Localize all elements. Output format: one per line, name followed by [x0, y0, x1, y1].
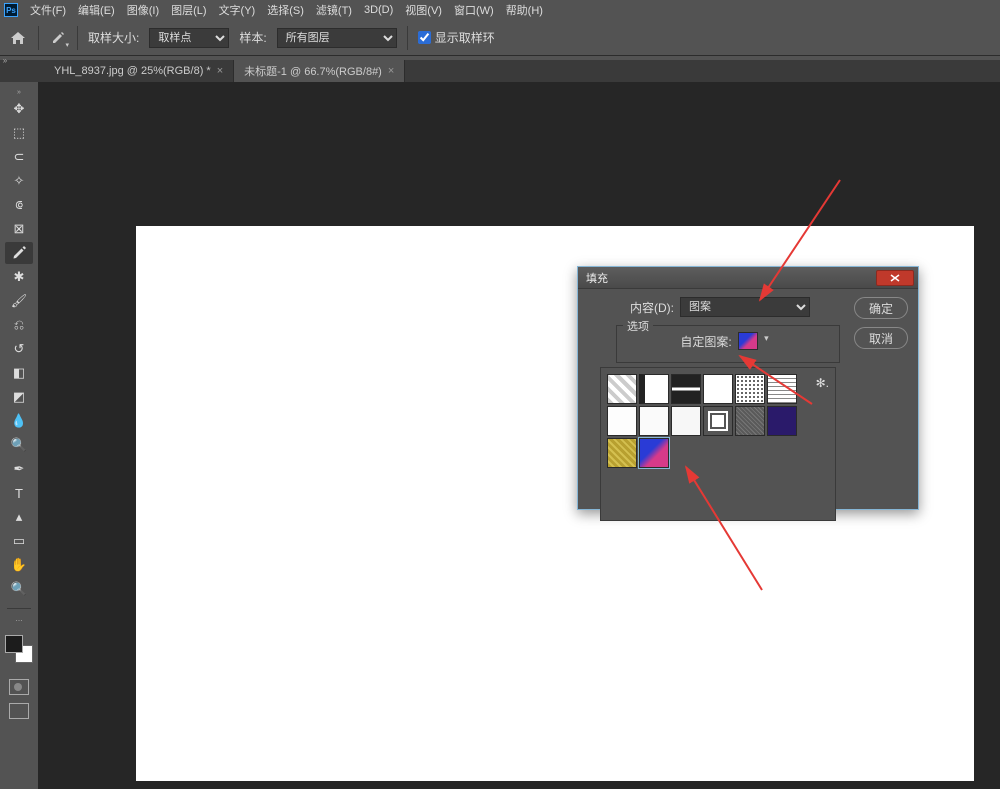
sample-size-label: 取样大小:: [88, 29, 139, 46]
options-group: 选项 自定图案:: [616, 325, 840, 363]
foreground-color-swatch[interactable]: [5, 635, 23, 653]
zoom-tool[interactable]: 🔍: [5, 578, 33, 600]
pattern-swatch[interactable]: [735, 406, 765, 436]
dodge-tool[interactable]: 🔍: [5, 434, 33, 456]
toolbar: » ✥⬚⊂✧⟃⊠✱🖌⎌↺◧◩💧🔍✒T▴▭✋🔍 ⋯: [0, 82, 38, 789]
pattern-swatch[interactable]: [735, 374, 765, 404]
pattern-swatch[interactable]: [767, 374, 797, 404]
pattern-swatch[interactable]: [639, 406, 669, 436]
brush-tool[interactable]: 🖌: [5, 290, 33, 312]
eyedropper-icon[interactable]: ▾: [49, 29, 67, 47]
menu-type[interactable]: 文字(Y): [219, 2, 256, 18]
pattern-swatch[interactable]: [671, 374, 701, 404]
show-ring-checkbox-wrap[interactable]: 显示取样环: [418, 29, 495, 46]
marquee-tool[interactable]: ⬚: [5, 122, 33, 144]
ok-button[interactable]: 确定: [854, 297, 908, 319]
show-ring-label: 显示取样环: [435, 29, 495, 46]
pattern-swatch[interactable]: [703, 374, 733, 404]
pattern-swatch[interactable]: [639, 438, 669, 468]
lasso-tool[interactable]: ⊂: [5, 146, 33, 168]
optionsbar: ▾ 取样大小: 取样点 样本: 所有图层 显示取样环: [0, 20, 1000, 56]
cancel-button[interactable]: 取消: [854, 327, 908, 349]
divider: [38, 26, 39, 50]
custom-pattern-label: 自定图案:: [680, 333, 731, 350]
pattern-swatch[interactable]: [767, 406, 797, 436]
screenmode-icon[interactable]: [9, 703, 29, 719]
pen-tool[interactable]: ✒: [5, 458, 33, 480]
eyedropper-tool[interactable]: [5, 242, 33, 264]
color-swatches[interactable]: [5, 635, 33, 663]
divider: [407, 26, 408, 50]
dialog-title: 填充: [586, 270, 608, 286]
menu-view[interactable]: 视图(V): [405, 2, 442, 18]
eraser-tool[interactable]: ◧: [5, 362, 33, 384]
menu-file[interactable]: 文件(F): [30, 2, 66, 18]
close-icon[interactable]: ×: [388, 65, 394, 77]
pattern-flyout-panel: ✻.: [600, 367, 836, 521]
pattern-picker-button[interactable]: [738, 332, 758, 350]
options-legend: 选项: [623, 318, 653, 334]
blur-tool[interactable]: 💧: [5, 410, 33, 432]
type-tool[interactable]: T: [5, 482, 33, 504]
menu-edit[interactable]: 编辑(E): [78, 2, 115, 18]
fill-dialog: 填充 内容(D): 图案 确定 取消 选项 自定图案: ✻.: [577, 266, 919, 510]
pattern-swatch[interactable]: [671, 406, 701, 436]
crop-tool[interactable]: ⟃: [5, 194, 33, 216]
menu-window[interactable]: 窗口(W): [454, 2, 494, 18]
path-select-tool[interactable]: ▴: [5, 506, 33, 528]
menu-help[interactable]: 帮助(H): [506, 2, 543, 18]
shape-tool[interactable]: ▭: [5, 530, 33, 552]
quickmask-icon[interactable]: [9, 679, 29, 695]
menu-filter[interactable]: 滤镜(T): [316, 2, 352, 18]
clone-stamp-tool[interactable]: ⎌: [5, 314, 33, 336]
toolbar-expand-icon[interactable]: »: [0, 88, 38, 96]
menubar: Ps 文件(F) 编辑(E) 图像(I) 图层(L) 文字(Y) 选择(S) 滤…: [0, 0, 1000, 20]
healing-brush-tool[interactable]: ✱: [5, 266, 33, 288]
tab-document-1[interactable]: YHL_8937.jpg @ 25%(RGB/8) * ×: [44, 60, 234, 82]
show-ring-checkbox[interactable]: [418, 31, 431, 44]
sample-size-select[interactable]: 取样点: [149, 28, 229, 48]
dots-icon[interactable]: ⋯: [0, 617, 38, 623]
ps-logo-icon: Ps: [4, 3, 18, 17]
menu-select[interactable]: 选择(S): [267, 2, 304, 18]
sample-label: 样本:: [239, 29, 266, 46]
pattern-swatch[interactable]: [607, 406, 637, 436]
menu-image[interactable]: 图像(I): [127, 2, 159, 18]
pattern-swatch[interactable]: [703, 406, 733, 436]
hand-tool[interactable]: ✋: [5, 554, 33, 576]
frame-tool[interactable]: ⊠: [5, 218, 33, 240]
dialog-titlebar[interactable]: 填充: [578, 267, 918, 289]
pattern-swatch[interactable]: [607, 374, 637, 404]
close-button[interactable]: [876, 270, 914, 286]
divider: [77, 26, 78, 50]
tab-document-2[interactable]: 未标题-1 @ 66.7%(RGB/8#) ×: [234, 60, 405, 82]
magic-wand-tool[interactable]: ✧: [5, 170, 33, 192]
move-tool[interactable]: ✥: [5, 98, 33, 120]
sample-select[interactable]: 所有图层: [277, 28, 397, 48]
tab-label: YHL_8937.jpg @ 25%(RGB/8) *: [54, 65, 211, 77]
gear-icon[interactable]: ✻.: [816, 376, 829, 390]
pattern-swatch[interactable]: [639, 374, 669, 404]
divider: [7, 608, 31, 609]
expand-chevron-icon[interactable]: »: [0, 56, 10, 66]
menu-layer[interactable]: 图层(L): [171, 2, 206, 18]
home-icon[interactable]: [8, 29, 28, 47]
menu-3d[interactable]: 3D(D): [364, 4, 393, 16]
close-icon[interactable]: ×: [217, 65, 223, 77]
history-brush-tool[interactable]: ↺: [5, 338, 33, 360]
gradient-tool[interactable]: ◩: [5, 386, 33, 408]
tab-label: 未标题-1 @ 66.7%(RGB/8#): [244, 63, 382, 79]
document-tabbar: YHL_8937.jpg @ 25%(RGB/8) * × 未标题-1 @ 66…: [0, 60, 1000, 82]
content-label: 内容(D):: [630, 299, 674, 316]
pattern-swatch[interactable]: [607, 438, 637, 468]
content-select[interactable]: 图案: [680, 297, 810, 317]
